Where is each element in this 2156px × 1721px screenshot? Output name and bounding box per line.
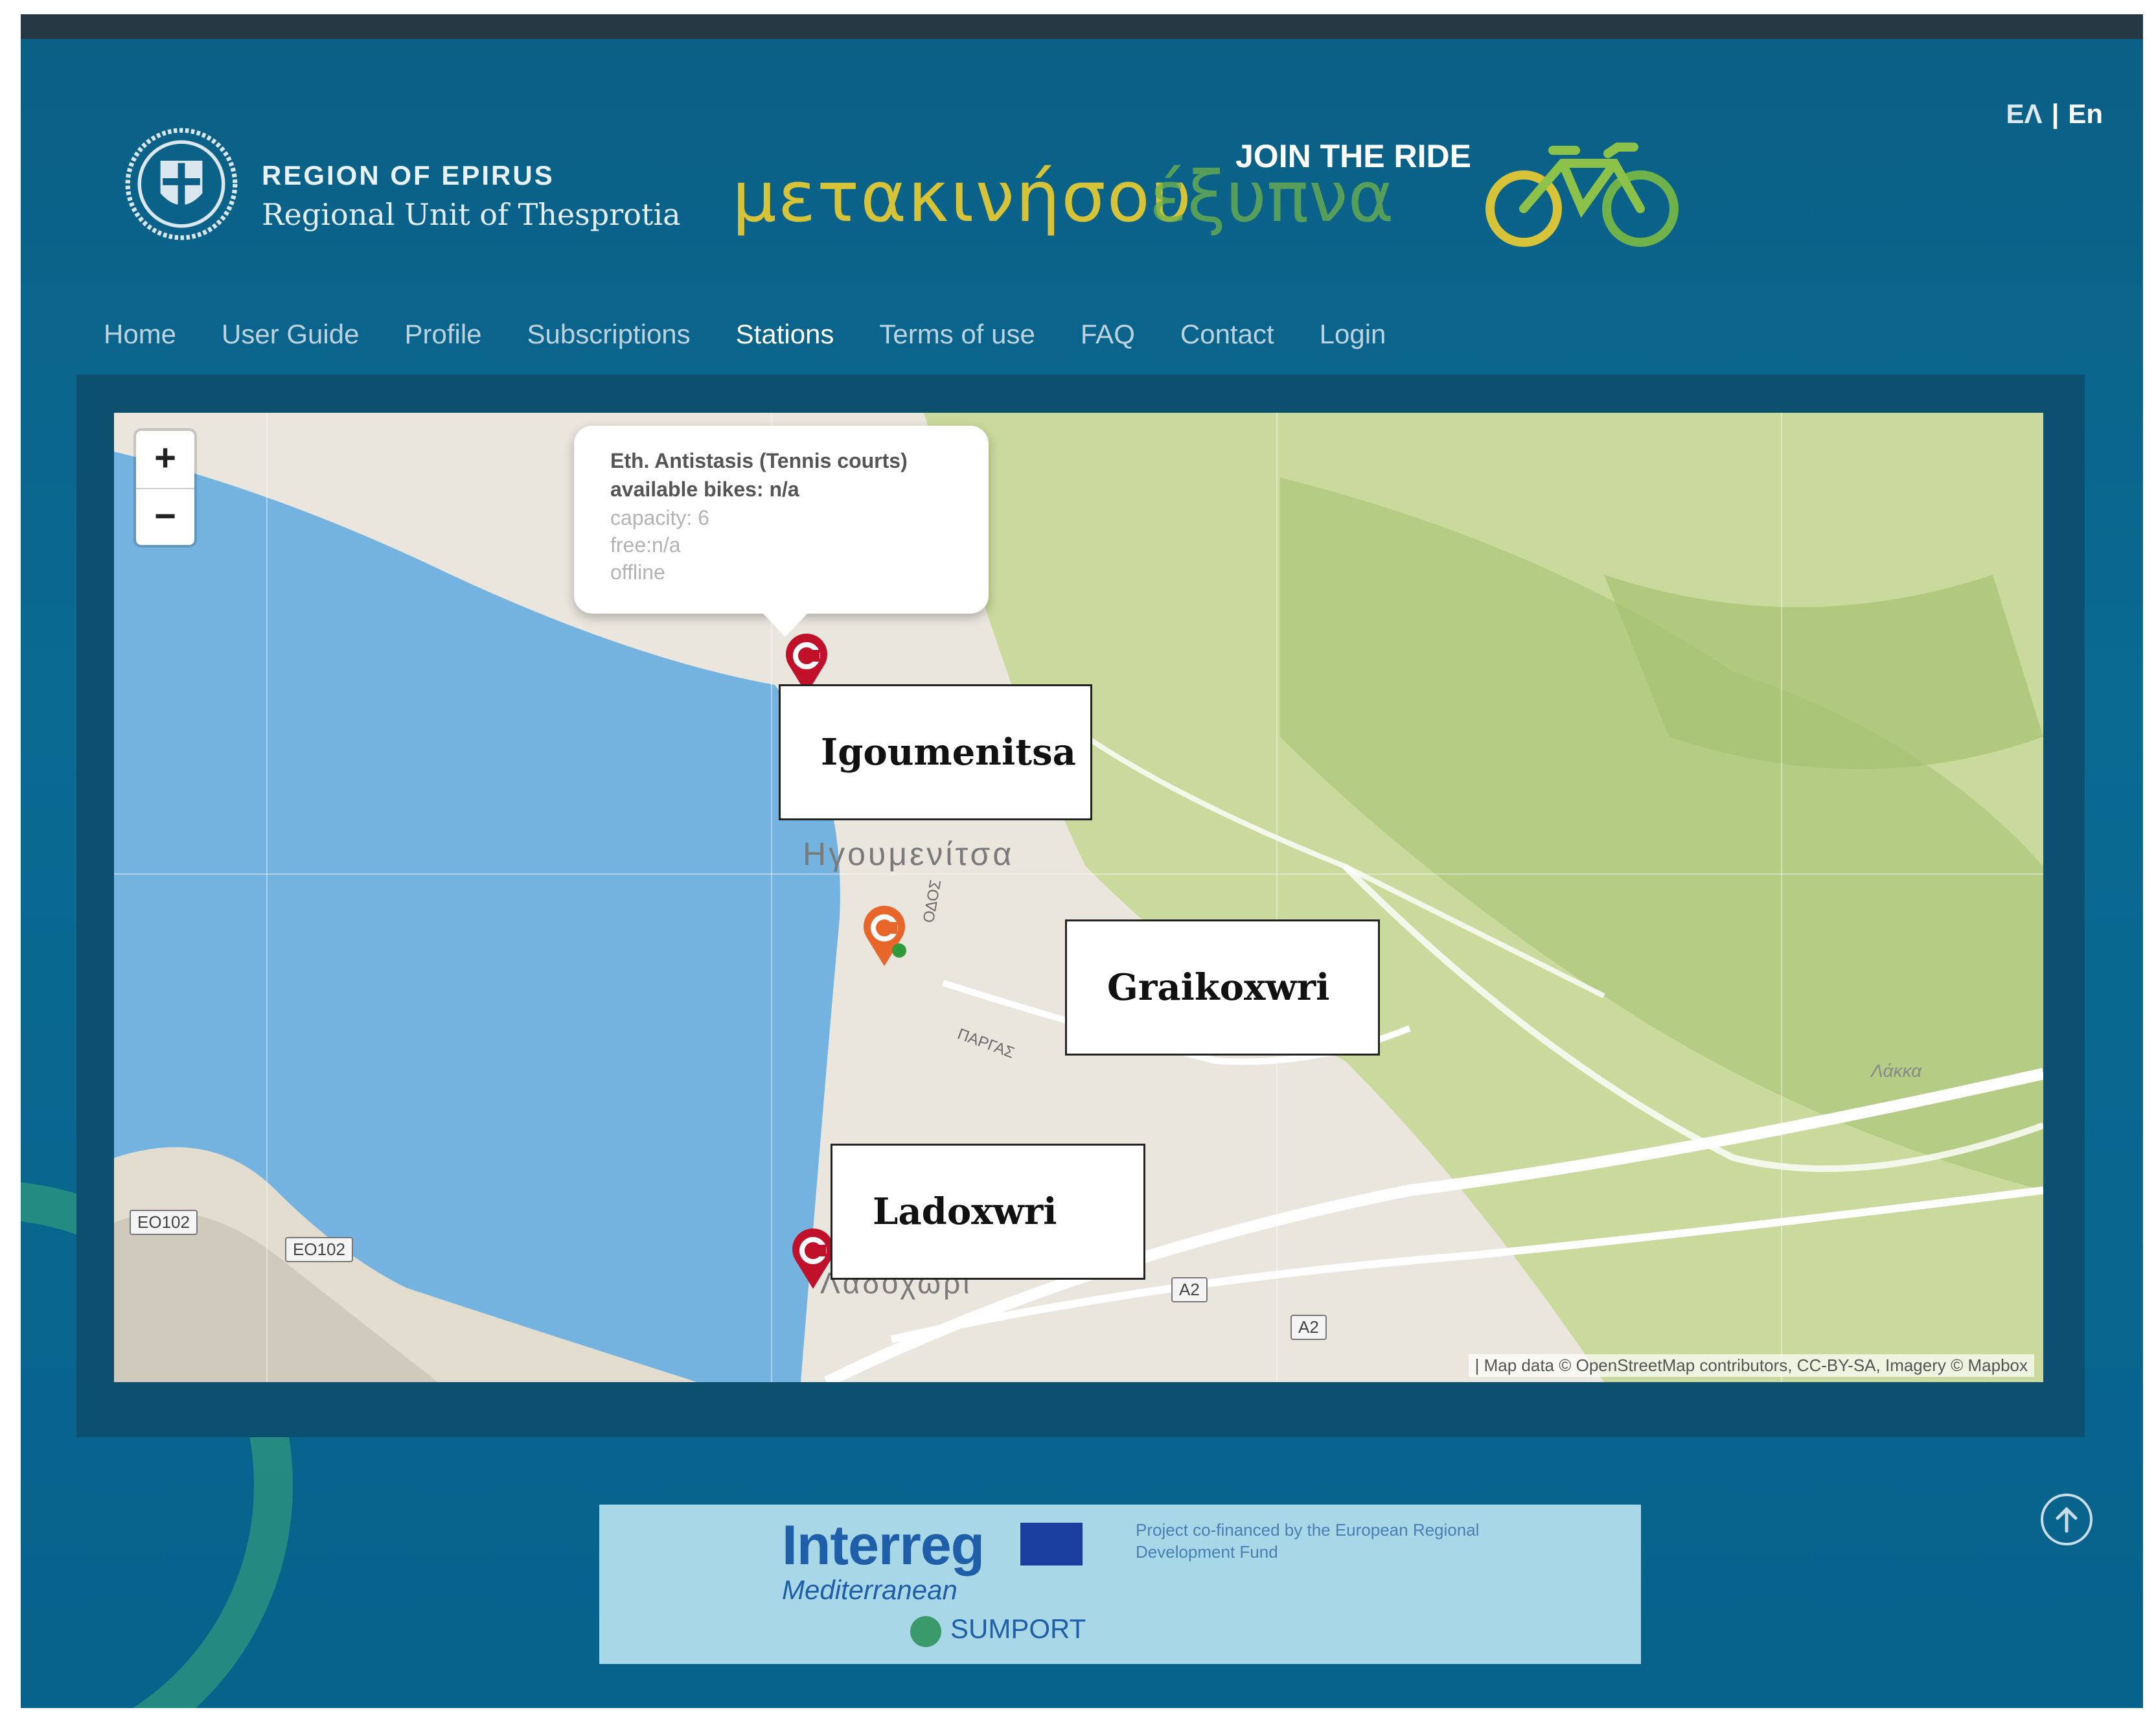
main-nav: Home User Guide Profile Subscriptions St… [104,319,1431,350]
region-seal-icon [125,128,238,240]
road-shield: A2 [1171,1277,1208,1302]
nav-faq[interactable]: FAQ [1081,319,1135,350]
region-subtitle: Regional Unit of Thesprotia [262,197,681,232]
lang-separator: | [2051,98,2059,129]
zoom-out-button[interactable]: − [136,489,194,546]
stations-map[interactable]: + − Eth. Antistasis (Tennis courts) avai… [114,413,2043,1382]
zoom-control: + − [136,431,194,545]
road-shield: EO102 [130,1210,198,1235]
annotation-ladoxwri: Ladoxwri [831,1144,1145,1280]
popup-station-name: Eth. Antistasis (Tennis courts) [610,449,908,472]
region-title: REGION OF EPIRUS [262,160,555,191]
place-lakka: Λάκκα [1871,1061,1922,1081]
nav-login[interactable]: Login [1320,319,1386,350]
nav-subscriptions[interactable]: Subscriptions [527,319,691,350]
nav-user-guide[interactable]: User Guide [222,319,359,350]
popup-available-bikes: available bikes: n/a [610,478,799,501]
sumport-icon [910,1616,941,1647]
sumport-text: SUMPORT [950,1613,1086,1644]
join-the-ride-text: JOIN THE RIDE [1235,138,1471,174]
nav-stations[interactable]: Stations [736,319,834,350]
popup-status: offline [610,560,665,584]
station-popup: Eth. Antistasis (Tennis courts) availabl… [574,426,989,637]
road-shield: A2 [1290,1315,1327,1340]
top-bar [21,14,2143,39]
map-attribution: | Map data © OpenStreetMap contributors,… [1468,1354,2034,1377]
scroll-to-top-button[interactable] [2041,1494,2093,1545]
nav-contact[interactable]: Contact [1180,319,1274,350]
map-city-label: Ηγουμενίτσα [803,836,1015,872]
cofinanced-text: Project co-financed by the European Regi… [1136,1520,1480,1562]
slogan-main: μετακινήσου [732,157,1193,238]
lang-en[interactable]: En [2068,98,2103,129]
annotation-graikoxwri: Graikoxwri [1065,919,1380,1056]
nav-terms[interactable]: Terms of use [879,319,1035,350]
map-marker-icon[interactable] [862,905,907,967]
mediterranean-text: Mediterranean [782,1575,958,1605]
nav-home[interactable]: Home [104,319,176,350]
eu-flag-icon [1020,1523,1083,1565]
popup-capacity: capacity: 6 [610,506,709,529]
language-switch: ΕΛ | En [2006,98,2103,130]
popup-free: free:n/a [610,533,681,557]
bicycle-icon [1485,143,1679,247]
road-shield: EO102 [285,1237,353,1262]
scroll-to-top-icon [2056,1507,2078,1533]
annotation-igoumenitsa: Igoumenitsa [779,684,1092,820]
interreg-text: Interreg [782,1514,985,1577]
lang-el[interactable]: ΕΛ [2006,98,2043,129]
nav-profile[interactable]: Profile [404,319,481,350]
interreg-logo-banner: Interreg Mediterranean Project co-financ… [599,1505,1641,1664]
zoom-in-button[interactable]: + [136,431,194,489]
